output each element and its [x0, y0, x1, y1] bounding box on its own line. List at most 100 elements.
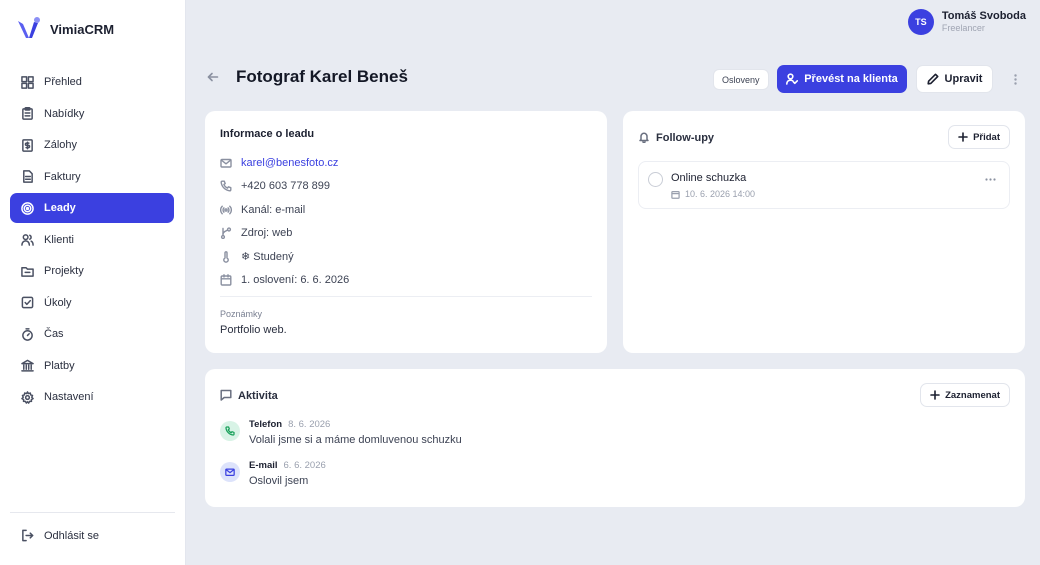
info-divider — [220, 296, 592, 297]
record-activity-label: Zaznamenat — [945, 389, 1000, 401]
activity-title: Aktivita — [238, 390, 278, 402]
followup-date-text: 10. 6. 2026 14:00 — [685, 189, 756, 199]
activity-text: Oslovil jsem — [249, 475, 309, 487]
folder-icon — [21, 266, 34, 277]
activity-card: Aktivita Zaznamenat Telefon 8. 6. 2026 Vo… — [205, 369, 1025, 507]
lead-info-card: Informace o leadu karel@benesfoto.cz +42… — [205, 111, 607, 353]
user-check-icon — [786, 73, 799, 85]
activity-type-label: Telefon — [249, 419, 283, 430]
thermometer-icon — [223, 250, 229, 263]
logout-label: Odhlásit se — [44, 529, 100, 542]
followup-item[interactable]: Online schuzka 10. 6. 2026 14:00 — [638, 161, 1010, 209]
lead-channel: Kanál: e-mail — [241, 203, 306, 216]
sidebar-item-faktury[interactable]: Faktury — [10, 162, 174, 192]
lead-first-contact: 1. oslovení: 6. 6. 2026 — [241, 274, 350, 287]
mail-icon — [220, 462, 240, 482]
bell-icon — [638, 131, 650, 144]
followups-card: Follow-upy Přidat Online schuzka 10. 6. … — [623, 111, 1025, 353]
vimia-logo-icon — [18, 17, 40, 38]
receipt-icon — [22, 138, 33, 152]
sidebar-item-label: Projekty — [44, 265, 84, 277]
brand-name: VimiaCRM — [50, 21, 115, 37]
sidebar-nav: Přehled Nabídky Zálohy Faktury Leady Kli… — [10, 67, 174, 414]
user-role: Freelancer — [941, 23, 985, 33]
activity-item: Telefon 8. 6. 2026 Volali jsme si a máme … — [220, 419, 920, 455]
sidebar-item-leady[interactable]: Leady — [10, 193, 174, 223]
lead-first-contact-row: 1. oslovení: 6. 6. 2026 — [220, 269, 349, 293]
user-info: Tomáš Svoboda Freelancer — [942, 10, 1026, 34]
gear-icon — [21, 390, 34, 404]
convert-to-client-label: Převést na klienta — [804, 73, 898, 85]
more-horizontal-icon — [984, 177, 996, 181]
lead-email-row: karel@benesfoto.cz — [220, 151, 349, 175]
activity-date: 8. 6. 2026 — [288, 419, 331, 430]
lead-source-row: Zdroj: web — [220, 222, 349, 246]
sidebar-item-ukoly[interactable]: Úkoly — [10, 288, 174, 318]
phone-icon — [220, 421, 240, 441]
sidebar-item-platby[interactable]: Platby — [10, 351, 174, 381]
status-badge: Osloveny — [713, 69, 769, 90]
arrow-left-icon — [207, 72, 219, 82]
sidebar-item-label: Čas — [44, 328, 64, 340]
sidebar-item-klienti[interactable]: Klienti — [10, 225, 174, 255]
sidebar-item-label: Nabídky — [44, 107, 85, 120]
sidebar-item-label: Faktury — [44, 170, 81, 183]
user-name: Tomáš Svoboda — [941, 10, 1026, 22]
sidebar-item-nabidky[interactable]: Nabídky — [10, 99, 174, 129]
broadcast-icon — [220, 205, 232, 215]
more-options-button[interactable] — [1008, 71, 1022, 87]
lead-channel-row: Kanál: e-mail — [220, 198, 349, 222]
stopwatch-icon — [22, 327, 33, 341]
followup-more-button[interactable] — [983, 174, 997, 184]
notes-label: Poznámky — [220, 309, 263, 319]
logout-button[interactable]: Odhlásit se — [21, 529, 99, 542]
grid-icon — [21, 75, 34, 89]
lead-source: Zdroj: web — [241, 227, 293, 240]
record-activity-button[interactable]: Zaznamenat — [920, 383, 1010, 407]
lead-temperature: ❄ Studený — [241, 251, 294, 264]
users-icon — [21, 234, 34, 246]
sidebar-item-zalohy[interactable]: Zálohy — [10, 130, 174, 160]
sidebar-item-label: Leady — [44, 202, 76, 214]
sidebar-item-projekty[interactable]: Projekty — [10, 256, 174, 286]
lead-info-list: karel@benesfoto.cz +420 603 778 899 Kaná… — [220, 151, 349, 292]
sidebar-item-nastaveni[interactable]: Nastavení — [10, 382, 174, 412]
calendar-icon — [671, 190, 680, 199]
add-followup-button[interactable]: Přidat — [948, 125, 1010, 149]
convert-to-client-button[interactable]: Převést na klienta — [777, 65, 907, 93]
activity-type: E-mail 6. 6. 2026 — [249, 460, 326, 471]
user-menu[interactable]: TS Tomáš Svoboda Freelancer — [907, 9, 1026, 35]
file-icon — [23, 170, 33, 183]
sidebar-item-label: Platby — [44, 359, 75, 372]
pencil-icon — [926, 73, 939, 85]
activity-date: 6. 6. 2026 — [283, 460, 326, 471]
clipboard-icon — [22, 107, 33, 120]
followup-title: Online schuzka — [671, 172, 747, 184]
notes-text: Portfolio web. — [220, 324, 287, 336]
activity-type-label: E-mail — [249, 460, 278, 471]
lead-info-title: Informace o leadu — [220, 128, 315, 140]
brand[interactable]: VimiaCRM — [16, 16, 114, 42]
logout-icon — [22, 529, 34, 542]
lead-email-link[interactable]: karel@benesfoto.cz — [241, 157, 338, 169]
bank-icon — [21, 359, 34, 372]
lead-temperature-row: ❄ Studený — [220, 245, 349, 269]
followup-date: 10. 6. 2026 14:00 — [671, 189, 755, 199]
followups-title: Follow-upy — [656, 132, 715, 144]
edit-button[interactable]: Upravit — [916, 65, 993, 93]
sidebar-item-label: Zálohy — [44, 139, 78, 151]
sidebar-item-prehled[interactable]: Přehled — [10, 67, 174, 97]
sidebar-item-label: Přehled — [44, 76, 82, 88]
back-button[interactable] — [207, 71, 223, 87]
sidebar: VimiaCRM Přehled Nabídky Zálohy Faktury … — [0, 0, 186, 565]
page-header: Fotograf Karel Beneš Osloveny Převést na… — [205, 64, 1025, 94]
sidebar-divider — [10, 512, 175, 513]
more-vertical-icon — [1013, 73, 1017, 85]
sidebar-item-label: Klienti — [44, 233, 74, 246]
page-title: Fotograf Karel Beneš — [236, 67, 408, 86]
sidebar-item-cas[interactable]: Čas — [10, 319, 174, 349]
followup-checkbox[interactable] — [648, 172, 663, 187]
activity-item: E-mail 6. 6. 2026 Oslovil jsem — [220, 460, 920, 496]
target-icon — [21, 201, 34, 215]
calendar-icon — [220, 274, 232, 286]
